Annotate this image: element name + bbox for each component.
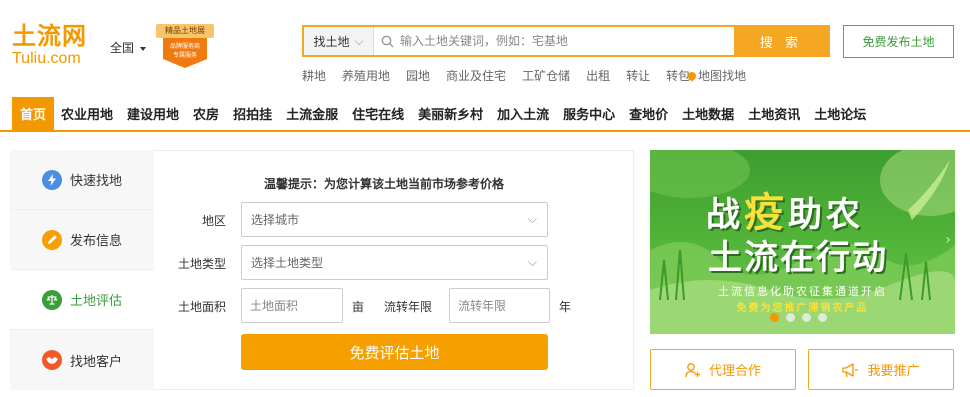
badge-line: 品牌服务商: [169, 43, 200, 50]
scale-icon: [42, 289, 62, 310]
tab-label: 找地客户: [70, 354, 123, 370]
quick-links: 耕地 养殖用地 园地 商业及住宅 工矿仓储 出租 转让 转包 地图找地: [302, 67, 762, 84]
search-button[interactable]: 搜 索: [734, 27, 828, 55]
nav-item[interactable]: 招拍挂: [226, 97, 279, 130]
land-type-label: 土地类型: [178, 257, 227, 271]
nav-item[interactable]: 土地论坛: [807, 97, 873, 130]
badge-ribbon: 品牌服务商 专属服务: [163, 38, 207, 68]
region-label: 全国: [110, 41, 135, 55]
lightning-icon: [42, 169, 62, 190]
carousel-dot[interactable]: [818, 313, 827, 322]
map-link-label: 地图找地: [698, 69, 747, 83]
publish-land-button[interactable]: 免费发布土地: [843, 25, 954, 58]
agent-cooperation-button[interactable]: 代理合作: [650, 349, 796, 390]
chevron-down-icon: ⌵: [527, 255, 537, 269]
land-area-input[interactable]: 土地面积: [241, 288, 343, 323]
tab-publish-info[interactable]: 发布信息: [10, 210, 154, 270]
carousel-dots: [770, 313, 834, 322]
nav-item[interactable]: 住宅在线: [345, 97, 411, 130]
search-type-dropdown[interactable]: 找土地 ⌵: [304, 27, 374, 55]
valuation-form: 温馨提示：为您计算该土地当前市场参考价格 地区 选择城市 ⌵ 土地类型 选择土地…: [154, 150, 634, 390]
nav-item[interactable]: 土地资讯: [741, 97, 807, 130]
promote-button[interactable]: 我要推广: [808, 349, 954, 390]
banner-headline-a: 战: [706, 195, 744, 235]
banner-tagline: 免费为您推广滞销农产品: [736, 303, 869, 314]
badge-title: 精品土地展: [156, 24, 214, 38]
chevron-down-icon: ⌵: [527, 212, 537, 226]
banner-caption: 土流信息化助农征集通道开启: [718, 285, 887, 298]
term-unit: 年: [559, 300, 572, 314]
search-bar: 找土地 ⌵ 搜 索: [302, 25, 830, 57]
land-type-select-value: 选择土地类型: [251, 256, 324, 270]
nav-item[interactable]: 农房: [186, 97, 226, 130]
region-field-label: 地区: [202, 214, 227, 228]
region-selector[interactable]: 全国: [110, 39, 146, 56]
agent-cooperation-label: 代理合作: [708, 364, 761, 379]
caret-down-icon: [139, 46, 146, 51]
main-nav: 首页 农业用地 建设用地 农房 招拍挂 土流金服 住宅在线 美丽新乡村 加入土流…: [0, 97, 970, 132]
carousel-dot[interactable]: [802, 313, 811, 322]
quick-link[interactable]: 商业及住宅: [446, 67, 506, 84]
service-tabs: 快速找地 发布信息 土地评估 找地客户: [10, 150, 154, 390]
search-input[interactable]: [400, 27, 734, 55]
map-search-link[interactable]: 地图找地: [686, 67, 747, 84]
land-area-placeholder: 土地面积: [250, 299, 299, 313]
nav-item[interactable]: 美丽新乡村: [411, 97, 490, 130]
city-select[interactable]: 选择城市 ⌵: [241, 202, 548, 237]
city-select-value: 选择城市: [251, 213, 300, 227]
carousel-dot[interactable]: [786, 313, 795, 322]
banner-headline-c: 助农: [788, 195, 864, 235]
quick-link[interactable]: 转让: [626, 67, 650, 84]
land-type-select[interactable]: 选择土地类型 ⌵: [241, 245, 548, 280]
free-valuation-button[interactable]: 免费评估土地: [241, 334, 548, 370]
nav-item[interactable]: 加入土流: [490, 97, 556, 130]
megaphone-icon: [842, 362, 859, 377]
tab-quick-find[interactable]: 快速找地: [10, 150, 154, 210]
land-area-label: 土地面积: [178, 300, 227, 314]
user-add-icon: [685, 362, 700, 377]
tab-label: 快速找地: [70, 174, 123, 189]
term-input[interactable]: 流转年限: [449, 288, 550, 323]
logo-text-en: Tuliu.com: [12, 50, 81, 67]
chevron-right-icon[interactable]: ›: [945, 232, 951, 248]
search-type-label: 找土地: [313, 34, 350, 49]
nav-item[interactable]: 查地价: [622, 97, 675, 130]
handshake-icon: [42, 350, 62, 370]
nav-item[interactable]: 土流金服: [279, 97, 345, 130]
nav-item-home[interactable]: 首页: [12, 97, 55, 130]
promote-label: 我要推广: [867, 364, 920, 379]
area-unit: 亩: [352, 300, 365, 314]
tab-land-valuation[interactable]: 土地评估: [10, 270, 154, 330]
search-icon: [374, 27, 400, 55]
carousel-dot[interactable]: [770, 313, 779, 322]
form-title: 温馨提示：为您计算该土地当前市场参考价格: [264, 177, 505, 191]
site-logo[interactable]: 土流网 Tuliu.com: [12, 22, 98, 68]
tab-label: 土地评估: [70, 294, 123, 309]
term-label: 流转年限: [384, 300, 433, 314]
badge-line: 专属服务: [172, 52, 197, 59]
quick-link[interactable]: 出租: [586, 67, 610, 84]
chevron-down-icon: ⌵: [354, 33, 364, 48]
quick-link[interactable]: 工矿仓储: [522, 67, 570, 84]
nav-item[interactable]: 建设用地: [120, 97, 186, 130]
quick-link[interactable]: 耕地: [302, 67, 326, 84]
tab-find-customers[interactable]: 找地客户: [10, 330, 154, 390]
nav-item[interactable]: 农业用地: [54, 97, 120, 130]
map-pin-icon: [686, 69, 698, 82]
nav-item[interactable]: 服务中心: [556, 97, 622, 130]
quick-link[interactable]: 园地: [406, 67, 430, 84]
term-placeholder: 流转年限: [458, 299, 507, 313]
banner-subheadline: 土流在行动: [708, 238, 888, 278]
nav-item[interactable]: 土地数据: [675, 97, 741, 130]
tab-label: 发布信息: [70, 234, 123, 249]
logo-text-cn: 土流网: [12, 22, 87, 50]
quick-link[interactable]: 养殖用地: [342, 67, 390, 84]
promo-banner[interactable]: 战疫助农 土流在行动 土流信息化助农征集通道开启 免费为您推广滞销农产品 ›: [650, 150, 955, 334]
pencil-icon: [42, 229, 62, 250]
quality-land-badge[interactable]: 精品土地展 品牌服务商 专属服务: [156, 24, 214, 70]
